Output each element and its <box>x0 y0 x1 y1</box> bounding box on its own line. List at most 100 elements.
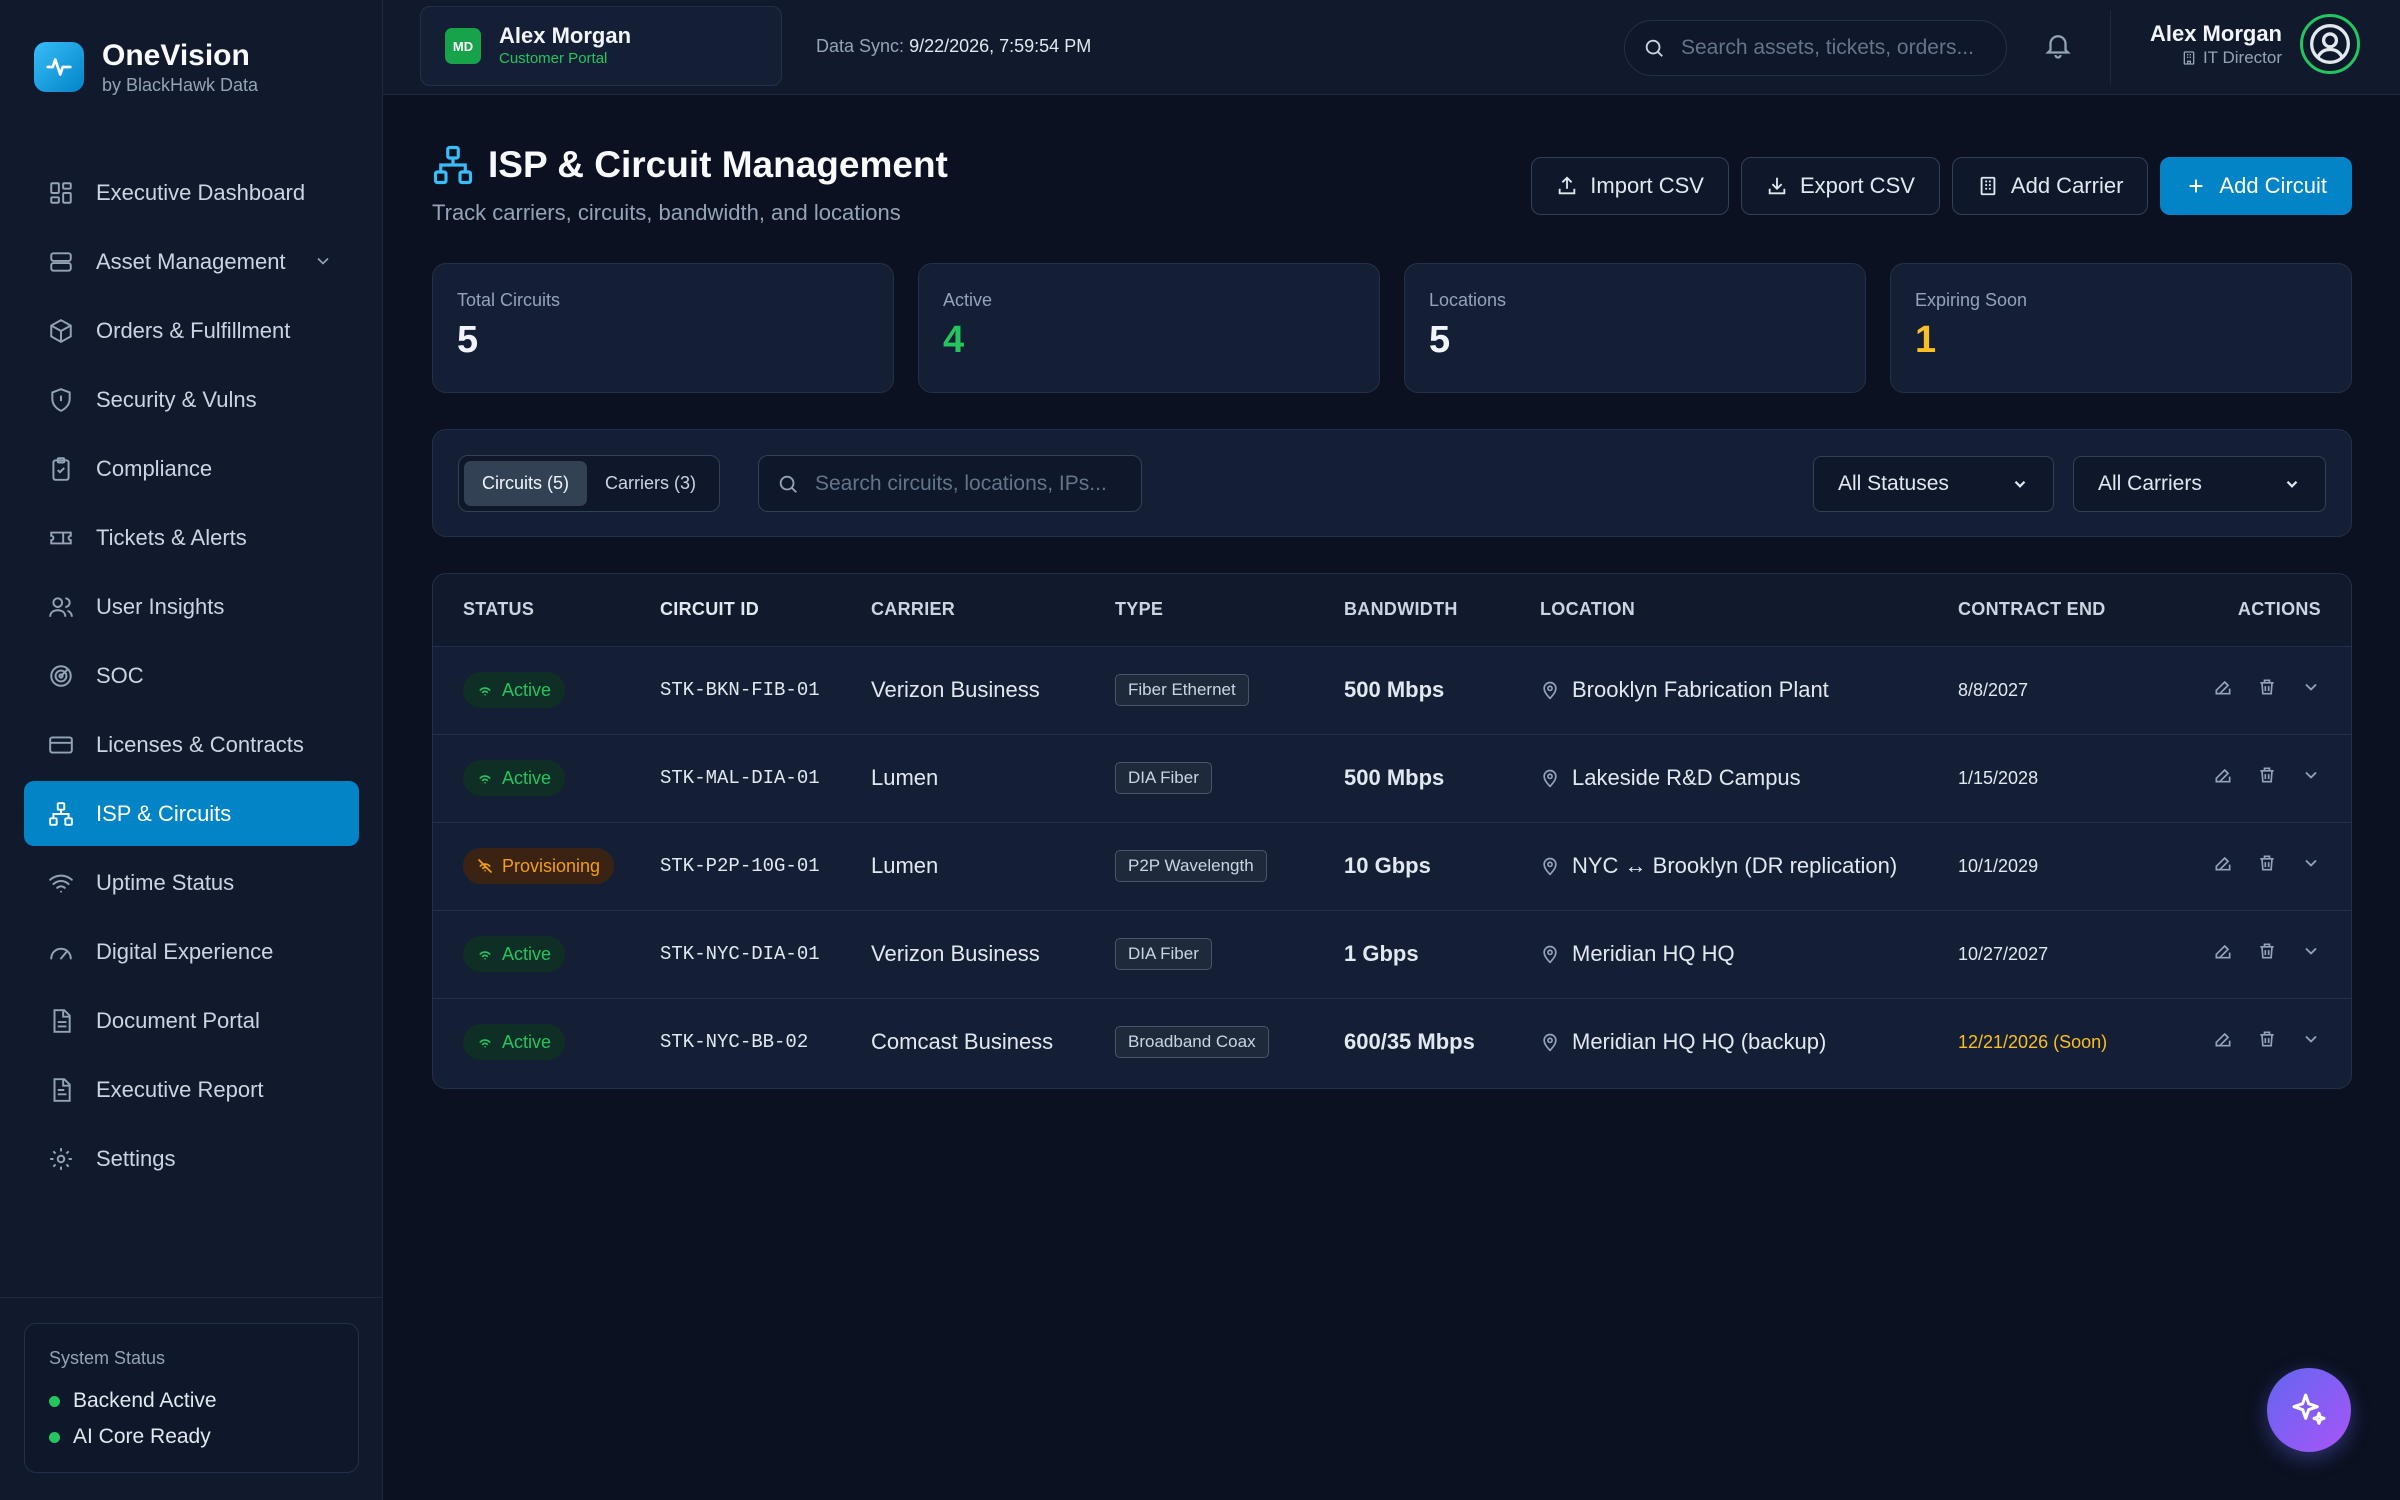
sidebar-item-uptime[interactable]: Uptime Status <box>24 850 359 915</box>
trash-icon[interactable] <box>2257 941 2277 961</box>
global-search[interactable] <box>1624 20 2007 76</box>
col-type[interactable]: TYPE <box>1115 574 1344 646</box>
location: Brooklyn Fabrication Plant <box>1572 677 1829 702</box>
stat-card-locations: Locations 5 <box>1404 263 1866 393</box>
col-location[interactable]: LOCATION <box>1540 574 1958 646</box>
topbar-divider <box>2110 10 2111 85</box>
trash-icon[interactable] <box>2257 1029 2277 1049</box>
bandwidth: 500 Mbps <box>1344 765 1445 790</box>
chevron-down-icon[interactable] <box>2301 765 2321 785</box>
status-line: Backend Active <box>49 1383 334 1419</box>
carrier-select-value: All Carriers <box>2098 472 2202 495</box>
sidebar-item-security[interactable]: Security & Vulns <box>24 367 359 432</box>
sidebar-item-label: Uptime Status <box>96 869 235 895</box>
tenant-switcher[interactable]: MD Alex Morgan Customer Portal <box>420 6 782 86</box>
sidebar-divider <box>0 1297 383 1298</box>
export-csv-button[interactable]: Export CSV <box>1740 157 1940 215</box>
status-badge: Provisioning <box>463 848 615 884</box>
sidebar-item-soc[interactable]: SOC <box>24 643 359 708</box>
wifi-icon <box>477 1034 493 1050</box>
table-header-row: STATUS CIRCUIT ID CARRIER TYPE BANDWIDTH… <box>433 574 2351 646</box>
location: NYC ↔ Brooklyn (DR replication) <box>1572 853 1898 878</box>
edit-icon[interactable] <box>2213 765 2233 785</box>
add-circuit-label: Add Circuit <box>2219 173 2327 198</box>
data-sync: Data Sync: 9/22/2026, 7:59:54 PM <box>816 36 1091 57</box>
brand[interactable]: OneVision by BlackHawk Data <box>34 38 258 96</box>
trash-icon[interactable] <box>2257 677 2277 697</box>
add-carrier-button[interactable]: Add Carrier <box>1951 157 2149 215</box>
sidebar-item-executive-dashboard[interactable]: Executive Dashboard <box>24 160 359 225</box>
search-input[interactable] <box>815 471 1135 496</box>
report-icon <box>46 1075 76 1105</box>
col-circuit-id[interactable]: CIRCUIT ID <box>660 574 871 646</box>
edit-icon[interactable] <box>2213 1029 2233 1049</box>
sidebar-item-isp-circuits[interactable]: ISP & Circuits <box>24 781 359 846</box>
sidebar-item-document-portal[interactable]: Document Portal <box>24 988 359 1053</box>
status-select[interactable]: All Statuses <box>1813 456 2054 512</box>
circuit-id: STK-MAL-DIA-01 <box>660 767 820 789</box>
table-row[interactable]: Active STK-MAL-DIA-01 Lumen DIA Fiber 50… <box>433 734 2351 822</box>
type-chip: DIA Fiber <box>1115 938 1212 970</box>
stat-value: 5 <box>457 319 479 361</box>
status-badge: Active <box>463 1024 566 1061</box>
chevron-down-icon[interactable] <box>2301 1029 2321 1049</box>
add-circuit-button[interactable]: Add Circuit <box>2160 157 2352 215</box>
sidebar-item-user-insights[interactable]: User Insights <box>24 574 359 639</box>
sidebar-item-executive-report[interactable]: Executive Report <box>24 1057 359 1122</box>
sidebar-item-settings[interactable]: Settings <box>24 1126 359 1191</box>
bell-icon[interactable] <box>2043 30 2073 60</box>
user-name: Alex Morgan <box>2149 21 2282 46</box>
status-text: Provisioning <box>502 855 601 876</box>
table-row[interactable]: Active STK-NYC-BB-02 Comcast Business Br… <box>433 998 2351 1086</box>
table-row[interactable]: Active STK-BKN-FIB-01 Verizon Business F… <box>433 646 2351 734</box>
user-menu[interactable]: Alex Morgan IT Director <box>2150 14 2360 74</box>
stat-value: 1 <box>1915 319 1937 361</box>
stat-value: 4 <box>943 319 965 361</box>
circuit-search[interactable] <box>758 455 1142 512</box>
table-row[interactable]: Active STK-NYC-DIA-01 Verizon Business D… <box>433 910 2351 998</box>
col-status[interactable]: STATUS <box>433 574 660 646</box>
chevron-down-icon[interactable] <box>2301 941 2321 961</box>
sidebar-item-label: Digital Experience <box>96 938 274 964</box>
ai-assistant-button[interactable] <box>2267 1368 2351 1452</box>
sidebar-item-asset-management[interactable]: Asset Management <box>24 229 359 294</box>
chevron-down-icon[interactable] <box>2301 853 2321 873</box>
carrier-select[interactable]: All Carriers <box>2073 456 2326 512</box>
status-badge: Active <box>463 936 566 972</box>
sidebar-item-label: Executive Report <box>96 1076 264 1102</box>
tab-circuits[interactable]: Circuits (5) <box>464 461 588 506</box>
location: Meridian HQ HQ <box>1572 941 1735 966</box>
edit-icon[interactable] <box>2213 853 2233 873</box>
circuits-table: STATUS CIRCUIT ID CARRIER TYPE BANDWIDTH… <box>432 573 2352 1089</box>
search-input[interactable] <box>1681 36 1991 60</box>
status-text: Active <box>502 1031 552 1052</box>
page-header: ISP & Circuit Management Track carriers,… <box>432 144 948 226</box>
col-actions: ACTIONS <box>2237 599 2321 620</box>
chevron-down-icon[interactable] <box>2301 677 2321 697</box>
carrier: Verizon Business <box>871 677 1040 702</box>
col-bandwidth[interactable]: BANDWIDTH <box>1344 574 1540 646</box>
stat-value: 5 <box>1429 319 1451 361</box>
col-contract-end[interactable]: CONTRACT END <box>1958 574 2207 646</box>
chevron-down-icon[interactable] <box>313 251 333 271</box>
wifi-icon <box>46 868 76 898</box>
package-icon <box>46 316 76 346</box>
sidebar-item-digital-experience[interactable]: Digital Experience <box>24 919 359 984</box>
sidebar-item-tickets[interactable]: Tickets & Alerts <box>24 505 359 570</box>
plus-icon <box>2185 175 2207 197</box>
map-pin-icon <box>1540 680 1560 700</box>
avatar[interactable] <box>2300 14 2360 74</box>
edit-icon[interactable] <box>2213 677 2233 697</box>
tab-carriers[interactable]: Carriers (3) <box>587 461 714 506</box>
col-carrier[interactable]: CARRIER <box>871 574 1115 646</box>
edit-icon[interactable] <box>2213 941 2233 961</box>
sidebar-item-licenses[interactable]: Licenses & Contracts <box>24 712 359 777</box>
trash-icon[interactable] <box>2257 765 2277 785</box>
table-row[interactable]: Provisioning STK-P2P-10G-01 Lumen P2P Wa… <box>433 822 2351 910</box>
sidebar-item-orders[interactable]: Orders & Fulfillment <box>24 298 359 363</box>
trash-icon[interactable] <box>2257 853 2277 873</box>
sidebar-item-compliance[interactable]: Compliance <box>24 436 359 501</box>
sidebar-item-label: ISP & Circuits <box>96 800 232 826</box>
upload-icon <box>1556 175 1578 197</box>
import-csv-button[interactable]: Import CSV <box>1531 157 1729 215</box>
